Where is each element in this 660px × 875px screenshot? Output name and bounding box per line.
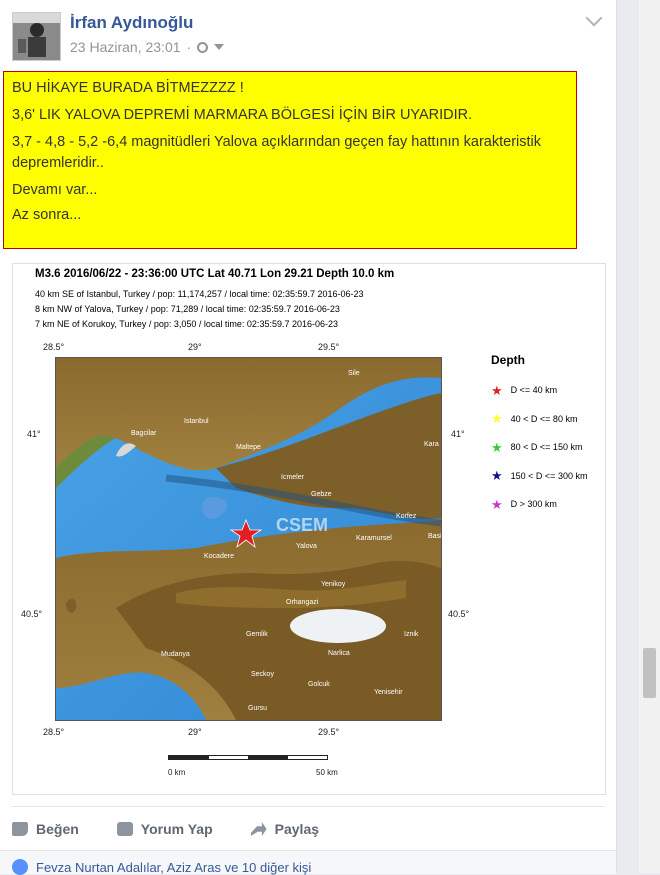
place-istanbul: Istanbul (184, 418, 209, 425)
red-star-icon: ★ (491, 382, 503, 398)
lon-label-mid-bottom: 29° (188, 727, 202, 737)
place-sile: Sile (348, 370, 360, 377)
lat-label-bottom-left: 40.5° (21, 609, 43, 619)
depth-legend: Depth ★ D <= 40 km ★ 40 < D <= 80 km ★ 8… (491, 353, 587, 519)
place-iznik: Iznik (404, 631, 419, 638)
place-icmeler: Icmeler (281, 474, 305, 481)
quake-header: M3.6 2016/06/22 - 23:36:00 UTC Lat 40.71… (35, 268, 395, 280)
quake-info-line-1: 40 km SE of Istanbul, Turkey / pop: 11,1… (35, 289, 364, 299)
quake-info-line-2: 8 km NW of Yalova, Turkey / pop: 71,289 … (35, 304, 340, 314)
place-mudanya: Mudanya (161, 651, 190, 658)
lat-label-top-left: 41° (27, 429, 41, 439)
place-kocadere: Kocadere (204, 553, 234, 560)
place-kara: Kara (424, 441, 439, 448)
separator: · (186, 39, 192, 55)
share-label: Paylaş (274, 821, 320, 837)
place-maltepe: Maltepe (236, 444, 261, 451)
lon-label-mid-top: 29° (188, 342, 202, 352)
legend-item: ★ D <= 40 km (491, 376, 587, 405)
navy-star-icon: ★ (491, 468, 503, 484)
place-karamursel: Karamursel (356, 535, 392, 542)
scale-end-label: 50 km (316, 768, 338, 777)
lon-label-right-top: 29.5° (318, 342, 340, 352)
place-gebze: Gebze (311, 491, 332, 498)
scrollbar-thumb[interactable] (643, 648, 656, 698)
place-seckoy: Seckoy (251, 671, 274, 678)
purple-star-icon: ★ (491, 496, 503, 512)
share-icon (250, 822, 267, 836)
place-yalova: Yalova (296, 543, 317, 550)
lon-label-left-top: 28.5° (43, 342, 65, 352)
lat-label-bottom-right: 40.5° (448, 609, 470, 619)
csem-watermark: CSEM (276, 515, 328, 535)
place-bagcilar: Bagcilar (131, 430, 157, 437)
legend-label: D <= 40 km (510, 385, 558, 396)
post-line-4: Devamı var... (12, 182, 98, 198)
comment-button[interactable]: Yorum Yap (116, 821, 213, 837)
author-name[interactable]: İrfan Aydınoğlu (70, 13, 193, 33)
like-button[interactable]: Beğen (12, 821, 79, 837)
earthquake-map-image[interactable]: M3.6 2016/06/22 - 23:36:00 UTC Lat 40.71… (12, 263, 606, 795)
legend-label: 80 < D <= 150 km (510, 442, 583, 453)
place-yenikoy: Yenikoy (321, 581, 346, 588)
like-label: Beğen (36, 821, 79, 837)
lat-label-top-right: 41° (451, 429, 465, 439)
thumbs-up-icon (12, 822, 28, 836)
comment-label: Yorum Yap (140, 821, 213, 837)
place-basi: Basi (428, 533, 441, 540)
avatar-image (13, 13, 60, 60)
place-golcuk: Golcuk (308, 681, 330, 688)
post-card: İrfan Aydınoğlu 23 Haziran, 23:01 · BU H… (0, 0, 617, 875)
post-text-box: BU HİKAYE BURADA BİTMEZZZZ ! 3,6' LIK YA… (3, 71, 577, 249)
post-options-chevron-icon[interactable] (585, 9, 603, 27)
place-gemlik: Gemlik (246, 631, 268, 638)
scale-start-label: 0 km (168, 768, 186, 777)
comment-icon (116, 822, 133, 836)
legend-item: ★ 150 < D <= 300 km (491, 462, 587, 491)
post-line-2: 3,6' LIK YALOVA DEPREMİ MARMARA BÖLGESİ … (12, 107, 473, 123)
relief-map: Sile Bagcilar Istanbul Maltepe Icmeler G… (55, 357, 442, 721)
legend-label: 150 < D <= 300 km (510, 470, 588, 481)
share-button[interactable]: Paylaş (250, 821, 320, 837)
green-star-icon: ★ (491, 439, 503, 455)
place-narlica: Narlica (328, 650, 350, 657)
chevron-down-icon[interactable] (214, 44, 225, 50)
globe-icon[interactable] (197, 41, 209, 53)
place-yenisehir: Yenisehir (374, 689, 403, 696)
legend-label: D > 300 km (510, 499, 557, 510)
lon-label-left-bottom: 28.5° (43, 727, 65, 737)
reactions-summary[interactable]: Fevza Nurtan Adalılar, Aziz Aras ve 10 d… (0, 850, 616, 875)
scrollbar[interactable] (637, 0, 660, 873)
place-orhangazi: Orhangazi (286, 599, 319, 606)
avatar[interactable] (12, 12, 61, 61)
legend-title: Depth (491, 353, 525, 367)
quake-info-line-3: 7 km NE of Korukoy, Turkey / pop: 3,050 … (35, 319, 339, 329)
action-bar: Beğen Yorum Yap Paylaş (12, 806, 604, 851)
legend-item: ★ 80 < D <= 150 km (491, 433, 587, 462)
yellow-star-icon: ★ (491, 411, 503, 427)
post-line-5: Az sonra... (12, 207, 82, 223)
timestamp[interactable]: 23 Haziran, 23:01 (70, 39, 181, 55)
map-svg: Sile Bagcilar Istanbul Maltepe Icmeler G… (56, 358, 441, 720)
place-gursu: Gursu (248, 705, 267, 712)
scale-bar (168, 755, 328, 760)
post-meta: 23 Haziran, 23:01 · (70, 39, 225, 55)
post-line-1: BU HİKAYE BURADA BİTMEZZZZ ! (12, 80, 244, 96)
place-korfez: Korfez (396, 513, 417, 520)
lon-label-right-bottom: 29.5° (318, 727, 340, 737)
legend-item: ★ D > 300 km (491, 490, 587, 519)
legend-label: 40 < D <= 80 km (510, 413, 578, 424)
legend-item: ★ 40 < D <= 80 km (491, 405, 587, 434)
post-line-3: 3,7 - 4,8 - 5,2 -6,4 magnitüdleri Yalova… (12, 134, 542, 171)
